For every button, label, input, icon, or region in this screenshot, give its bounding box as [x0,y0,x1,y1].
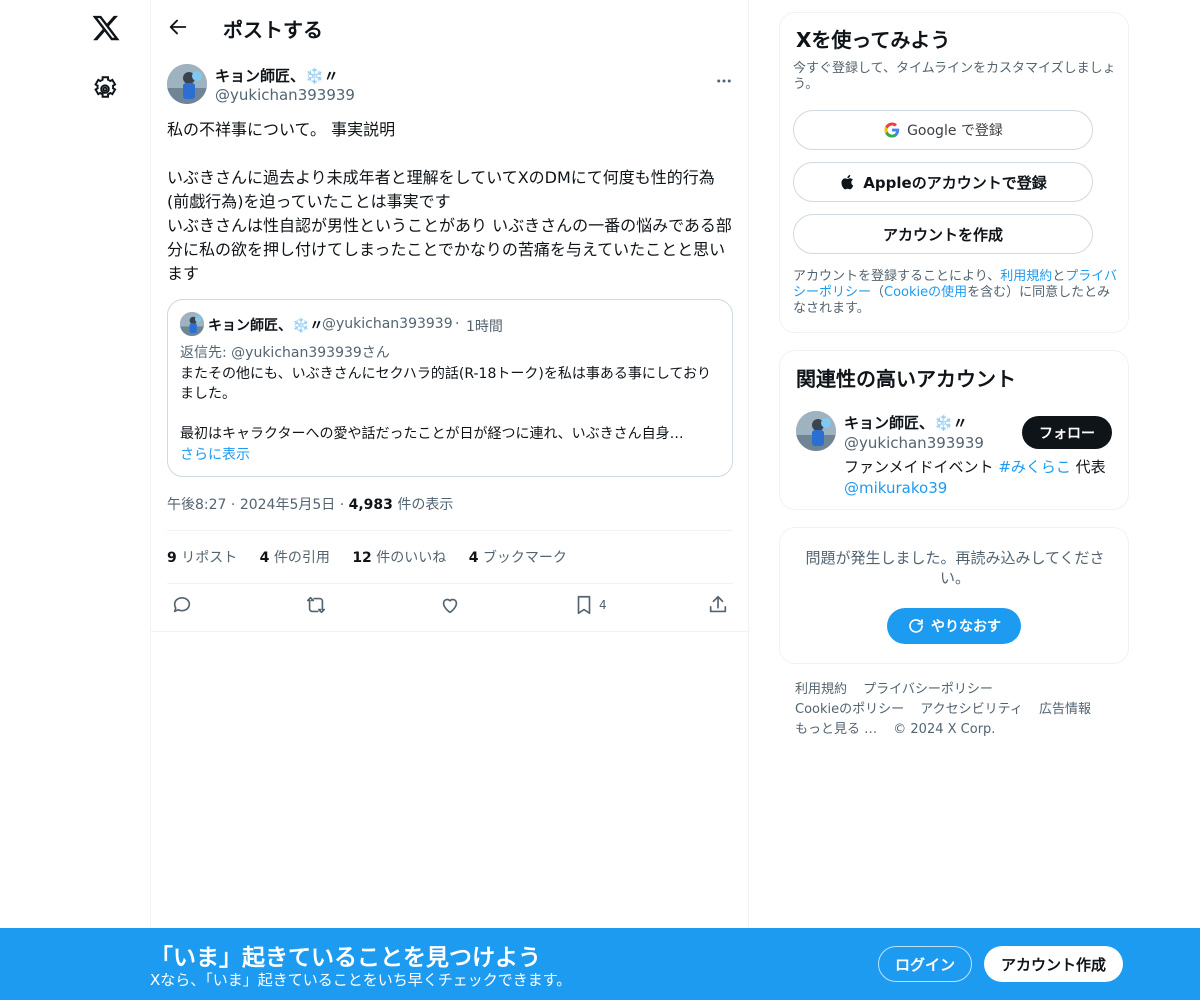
cookie-use-link[interactable]: Cookieの使用 [884,285,967,300]
legal-text-part: アカウントを登録することにより、 [793,269,1001,284]
error-message: 問題が発生しました。再読み込みしてください。 [805,549,1105,587]
gear-icon[interactable] [92,74,118,100]
related-bio: ファンメイドイベント #みくらこ 代表 @mikurako39 [844,457,1114,499]
divider [151,631,750,632]
author-handle[interactable]: @yukichan393939 [215,86,355,104]
bookmark-icon[interactable] [573,594,595,616]
terms-link[interactable]: 利用規約 [1000,269,1052,284]
page-title: ポストする [223,18,323,42]
back-arrow-icon[interactable] [167,16,189,38]
views-count: 4,983 [348,497,393,513]
apple-signup-label: Appleのアカウントで登録 [863,173,1047,192]
bio-text: 代表 [1070,458,1106,476]
stat-reposts[interactable]: 9 リポスト [167,550,237,566]
mention-link[interactable]: @mikurako39 [844,479,947,497]
page-header: ポストする [151,0,750,53]
views-label: 件の表示 [397,497,454,513]
repost-icon[interactable] [305,594,327,616]
bookmark-count: 4 [599,598,607,612]
post-date[interactable]: 2024年5月5日 [240,497,335,513]
x-logo-icon[interactable] [91,13,121,43]
signup-title: Xを使ってみよう [796,28,951,52]
post-author: キョン師匠、❄️〃 @yukichan393939 [167,64,733,108]
footer-link-ads[interactable]: 広告情報 [1039,702,1091,717]
post-meta: 午後8:27 · 2024年5月5日 · 4,983 件の表示 [167,497,454,513]
copyright: © 2024 X Corp. [893,722,996,737]
footer-link-cookie[interactable]: Cookieのポリシー [795,702,904,717]
quote-avatar[interactable] [180,312,204,336]
more-options-icon[interactable] [715,72,733,90]
footer-link-accessibility[interactable]: アクセシビリティ [920,702,1023,717]
main-column: ポストする キョン師匠、❄️〃 @yukichan393939 私の不祥事につい… [150,0,750,1000]
avatar[interactable] [796,411,836,451]
footer-links: 利用規約 プライバシーポリシー Cookieのポリシー アクセシビリティ 広告情… [795,680,1125,740]
related-title: 関連性の高いアカウント [796,367,1016,391]
banner-title: 「いま」起きていることを見つけよう [150,945,541,971]
quote-time: 1時間 [466,319,503,335]
signup-button[interactable]: アカウント作成 [984,946,1123,982]
retry-button[interactable]: やりなおす [887,608,1021,644]
like-heart-icon[interactable] [439,594,461,616]
related-name[interactable]: キョン師匠、❄️〃 [844,412,968,433]
stat-likes[interactable]: 12 件のいいね [352,550,446,566]
hashtag-link[interactable]: #みくらこ [998,458,1071,476]
post-time[interactable]: 午後8:27 [167,497,226,513]
apple-signup-button[interactable]: Appleのアカウントで登録 [793,162,1093,202]
google-signup-button[interactable]: Google で登録 [793,110,1093,150]
post-text: 私の不祥事について。 事実説明 いぶきさんに過去より未成年者と理解をしていてXの… [167,120,732,283]
refresh-icon [909,619,923,633]
banner-subtitle: Xなら、「いま」起きていることをいち早くチェックできます。 [150,971,572,989]
google-icon [884,122,900,138]
stat-quotes[interactable]: 4 件の引用 [260,550,330,566]
quote-text: またその他にも、いぶきさんにセクハラ的話(R-18トーク)を私は事ある事にしてお… [180,366,711,442]
divider [167,583,733,584]
left-nav [0,0,150,1000]
stat-bookmarks[interactable]: 4 ブックマーク [469,550,567,566]
signup-subtitle: 今すぐ登録して、タイムラインをカスタマイズしましょう。 [793,61,1116,92]
reply-icon[interactable] [171,594,193,616]
follow-button[interactable]: フォロー [1022,416,1112,449]
legal-text-part: と [1052,269,1066,284]
quote-reply-to: 返信先: @yukichan393939さん [180,345,390,361]
error-card: 問題が発生しました。再読み込みしてください。 やりなおす [779,527,1129,664]
quote-author-name: キョン師匠、❄️〃 [208,318,324,334]
quoted-post[interactable]: キョン師匠、❄️〃 @yukichan393939 · 1時間 返信先: @yu… [167,299,733,477]
footer-link-terms[interactable]: 利用規約 [795,682,847,697]
apple-icon [841,174,854,190]
show-more-link[interactable]: さらに表示 [180,444,250,464]
footer-link-more[interactable]: もっと見る … [795,722,877,737]
quote-author-handle: @yukichan393939 [322,316,453,332]
related-handle[interactable]: @yukichan393939 [844,434,984,452]
post-actions: 4 [151,594,750,622]
separator-dot: · [455,316,460,332]
related-accounts-card: 関連性の高いアカウント キョン師匠、❄️〃 @yukichan393939 ファ… [779,350,1129,510]
footer-link-privacy[interactable]: プライバシーポリシー [863,682,993,697]
create-account-label: アカウントを作成 [882,225,1003,244]
login-banner: 「いま」起きていることを見つけよう Xなら、「いま」起きていることをいち早くチェ… [0,928,1200,1000]
google-signup-label: Google で登録 [907,123,1003,139]
retry-label: やりなおす [931,619,1001,635]
legal-text: アカウントを登録することにより、利用規約とプライバシーポリシー（Cookieの使… [793,269,1119,317]
share-icon[interactable] [707,594,729,616]
create-account-button[interactable]: アカウントを作成 [793,214,1093,254]
login-button[interactable]: ログイン [878,946,972,982]
avatar[interactable] [167,64,207,104]
author-name[interactable]: キョン師匠、❄️〃 [215,65,339,86]
divider [167,530,733,531]
post-stats: 9 リポスト 4 件の引用 12 件のいいね 4 ブックマーク [167,547,585,567]
signup-card: Xを使ってみよう 今すぐ登録して、タイムラインをカスタマイズしましょう。 Goo… [779,12,1129,333]
legal-text-part: （ [871,285,885,300]
bio-text: ファンメイドイベント [844,458,999,476]
